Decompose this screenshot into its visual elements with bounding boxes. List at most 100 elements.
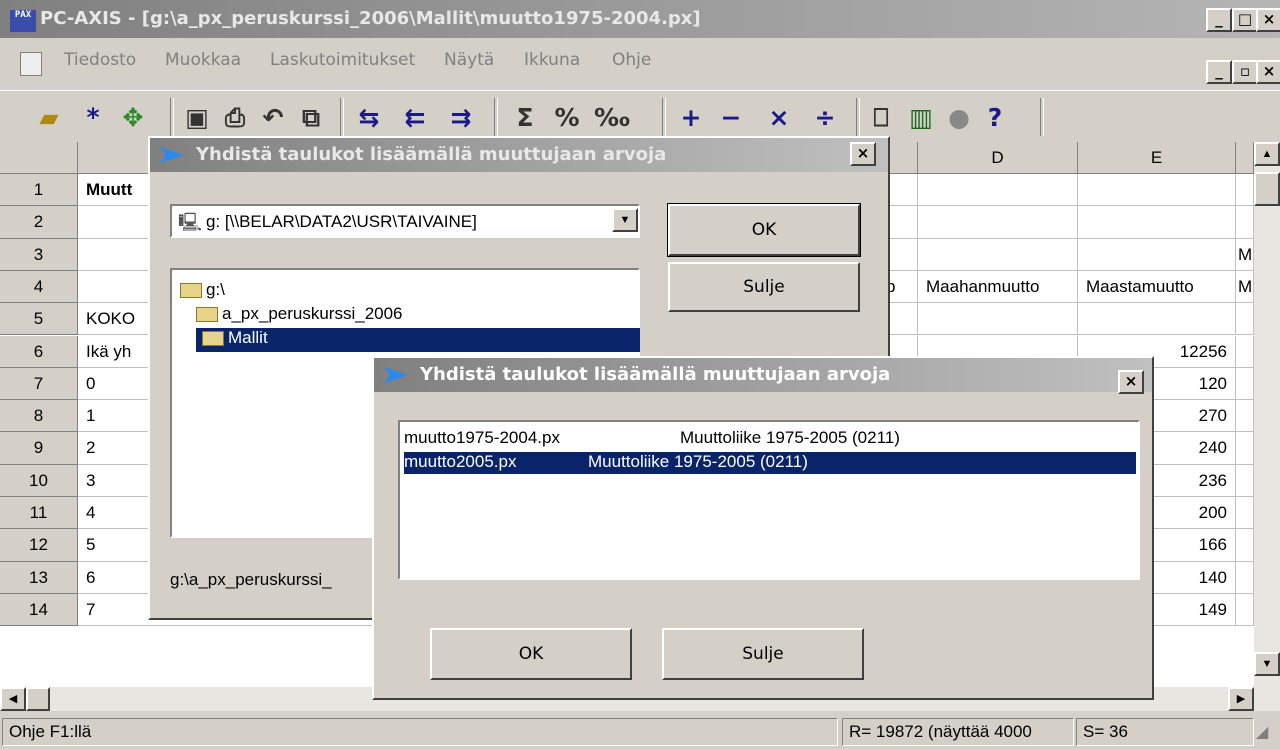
chevron-down-icon[interactable]: ▼ — [612, 208, 638, 232]
sulje-button[interactable]: Sulje — [668, 262, 860, 312]
row-header[interactable]: 2 — [0, 206, 78, 239]
book-icon[interactable]: ⎕ — [866, 103, 896, 133]
circle-icon[interactable]: ● — [944, 103, 974, 133]
sum-icon[interactable]: Σ — [510, 103, 540, 133]
row-header[interactable]: 13 — [0, 561, 78, 594]
pivot-icon[interactable]: ⇆ — [354, 103, 384, 133]
row-header[interactable]: 14 — [0, 593, 78, 627]
grid-cell[interactable]: M — [1236, 238, 1254, 271]
row-header[interactable]: 7 — [0, 367, 78, 401]
scroll-left-icon[interactable]: ◀ — [0, 687, 26, 711]
mdi-restore-icon[interactable]: ▫ — [1232, 60, 1258, 84]
dialog-close-icon[interactable]: × — [850, 142, 876, 166]
row-header[interactable]: 9 — [0, 432, 78, 465]
grid-cell[interactable] — [1236, 593, 1254, 627]
open-folder-icon — [202, 331, 224, 347]
grid-cell[interactable] — [1236, 464, 1254, 497]
vertical-scrollbar[interactable]: ▲ ▼ — [1254, 142, 1280, 687]
grid-cell[interactable]: Maahanmuutto — [918, 270, 1078, 304]
folder-root[interactable]: g:\ — [180, 280, 225, 300]
undo-icon[interactable]: ↶ — [258, 103, 288, 133]
file-list-item[interactable]: muutto1975-2004.px Muuttoliike 1975-2005… — [404, 428, 1136, 450]
row-header[interactable]: 3 — [0, 238, 78, 271]
scroll-down-icon[interactable]: ▼ — [1254, 652, 1280, 676]
scroll-up-icon[interactable]: ▲ — [1254, 142, 1280, 166]
grid-cell[interactable] — [1236, 206, 1254, 239]
grid-cell[interactable] — [1236, 174, 1254, 207]
mdi-close-icon[interactable]: × — [1256, 60, 1280, 84]
dialog-close-icon[interactable]: × — [1118, 370, 1144, 394]
pivot-right-icon[interactable]: ⇉ — [446, 103, 476, 133]
column-header-d[interactable]: D — [918, 142, 1078, 174]
row-header[interactable]: 12 — [0, 529, 78, 562]
arrow-logo-icon — [384, 367, 408, 383]
grid-cell[interactable] — [1236, 529, 1254, 562]
close-icon[interactable]: × — [1256, 8, 1280, 32]
grid-cell[interactable] — [1078, 303, 1236, 336]
file-list[interactable]: muutto1975-2004.px Muuttoliike 1975-2005… — [398, 420, 1140, 580]
grid-cell[interactable] — [1236, 335, 1254, 368]
percent-icon[interactable]: % — [552, 103, 582, 133]
plus-icon[interactable]: + — [676, 103, 706, 133]
ok-button[interactable]: OK — [667, 203, 861, 257]
grid-cell[interactable] — [918, 206, 1078, 239]
help-icon[interactable]: ? — [980, 103, 1010, 133]
resize-grip-icon[interactable]: ◢ — [1256, 722, 1276, 744]
menu-ikkuna[interactable]: Ikkuna — [524, 50, 580, 70]
grid-cell[interactable] — [1236, 497, 1254, 530]
row-header[interactable]: 5 — [0, 303, 78, 336]
chart-icon[interactable]: ▥ — [906, 103, 936, 133]
sulje-button[interactable]: Sulje — [662, 628, 864, 680]
folder-mallit-selected[interactable]: Mallit — [196, 328, 640, 352]
grid-cell[interactable] — [918, 303, 1078, 336]
open-icon[interactable]: ▰ — [34, 103, 64, 133]
grid-cell[interactable] — [1236, 432, 1254, 465]
row-header[interactable]: 8 — [0, 400, 78, 433]
move-icon[interactable]: ✥ — [118, 103, 148, 133]
minimize-icon[interactable]: _ — [1206, 8, 1232, 32]
grid-cell[interactable] — [1078, 174, 1236, 207]
status-cols: S= 36 — [1076, 718, 1254, 746]
row-header[interactable]: 4 — [0, 270, 78, 304]
save-icon[interactable]: ▣ — [182, 103, 212, 133]
copy-icon[interactable]: ⧉ — [296, 103, 326, 133]
grid-cell[interactable] — [1078, 206, 1236, 239]
ok-button[interactable]: OK — [430, 628, 632, 680]
row-header[interactable]: 11 — [0, 497, 78, 530]
grid-cell[interactable]: Maastamuutto — [1078, 270, 1236, 304]
file-list-item-selected[interactable]: muutto2005.px Muuttoliike 1975-2005 (021… — [404, 452, 1136, 474]
mdi-minimize-icon[interactable]: _ — [1206, 60, 1232, 84]
open-folder-icon — [180, 283, 202, 299]
scroll-right-icon[interactable]: ▶ — [1228, 687, 1254, 711]
minus-icon[interactable]: − — [716, 103, 746, 133]
grid-cell[interactable] — [1236, 400, 1254, 433]
hscroll-thumb[interactable] — [26, 687, 50, 711]
folder-course[interactable]: a_px_peruskurssi_2006 — [196, 304, 403, 324]
maximize-icon[interactable]: □ — [1232, 8, 1258, 32]
menu-tiedosto[interactable]: Tiedosto — [64, 50, 136, 70]
row-header[interactable]: 6 — [0, 335, 78, 368]
row-header[interactable]: 1 — [0, 174, 78, 207]
grid-cell[interactable] — [918, 174, 1078, 207]
row-header[interactable]: 10 — [0, 464, 78, 497]
grid-cell[interactable]: M — [1236, 270, 1254, 304]
menu-muokkaa[interactable]: Muokkaa — [165, 50, 241, 70]
grid-cell[interactable] — [1236, 561, 1254, 594]
column-header-f[interactable] — [1236, 142, 1254, 174]
menu-ohje[interactable]: Ohje — [612, 50, 651, 70]
menu-laskutoimitukset[interactable]: Laskutoimitukset — [270, 50, 415, 70]
drive-select[interactable]: 🖳 g: [\\BELAR\DATA2\USR\TAIVAINE] ▼ — [170, 204, 640, 238]
menu-nayta[interactable]: Näytä — [444, 50, 494, 70]
pivot-left-icon[interactable]: ⇇ — [400, 103, 430, 133]
scroll-thumb[interactable] — [1254, 172, 1280, 206]
grid-cell[interactable] — [1236, 367, 1254, 401]
permille-icon[interactable]: ‰ — [594, 103, 630, 133]
asterisk-icon[interactable]: * — [78, 103, 108, 133]
multiply-icon[interactable]: × — [764, 103, 794, 133]
grid-cell[interactable] — [918, 238, 1078, 271]
grid-cell[interactable] — [1078, 238, 1236, 271]
divide-icon[interactable]: ÷ — [810, 103, 840, 133]
print-icon[interactable]: ⎙ — [220, 103, 250, 133]
column-header-e[interactable]: E — [1078, 142, 1236, 174]
grid-cell[interactable] — [1236, 303, 1254, 336]
